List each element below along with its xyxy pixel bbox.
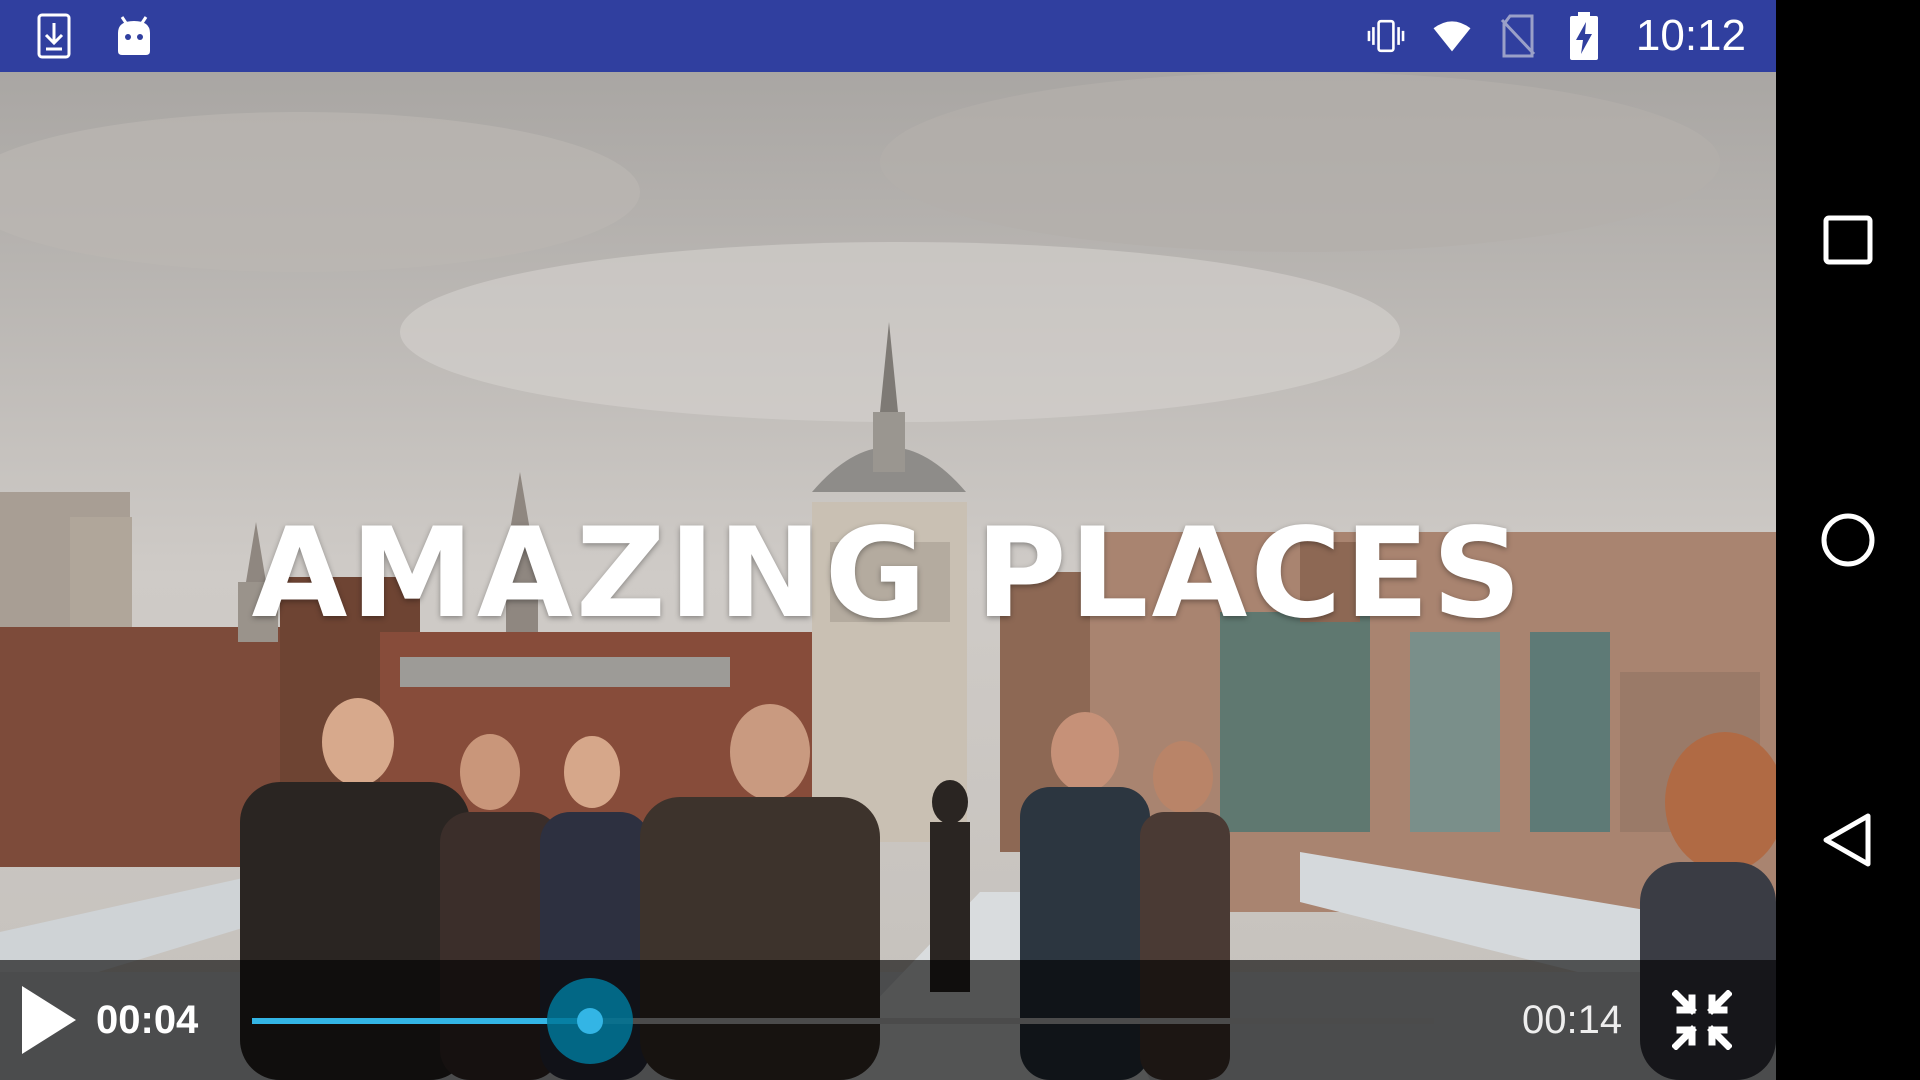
current-time: 00:04 (96, 998, 199, 1042)
seek-progress (252, 1018, 591, 1024)
home-icon (1821, 513, 1875, 567)
status-bar: 10:12 (0, 0, 1776, 72)
navigation-bar (1776, 0, 1920, 1080)
battery-charging-icon (1564, 12, 1604, 60)
play-icon (22, 986, 76, 1054)
download-notification-icon (34, 12, 74, 60)
video-surface[interactable]: AMAZING PLACES (0, 72, 1776, 1080)
seek-bar[interactable] (252, 978, 1434, 1064)
total-time: 00:14 (1522, 998, 1623, 1042)
media-controls: 00:04 00:14 (0, 960, 1776, 1080)
vibrate-icon (1366, 12, 1406, 60)
recents-icon (1823, 215, 1873, 265)
video-title-overlay: AMAZING PLACES (251, 502, 1525, 646)
back-button[interactable] (1818, 810, 1878, 870)
seek-thumb[interactable] (547, 978, 634, 1064)
exit-fullscreen-icon (1671, 989, 1733, 1051)
back-icon (1823, 813, 1871, 867)
exit-fullscreen-button[interactable] (1671, 989, 1733, 1051)
no-sim-icon (1498, 12, 1538, 60)
wifi-icon (1432, 12, 1472, 60)
home-button[interactable] (1818, 510, 1878, 570)
android-debug-icon (114, 12, 154, 60)
status-clock: 10:12 (1635, 11, 1746, 60)
play-button[interactable] (16, 982, 80, 1058)
recents-button[interactable] (1818, 210, 1878, 270)
